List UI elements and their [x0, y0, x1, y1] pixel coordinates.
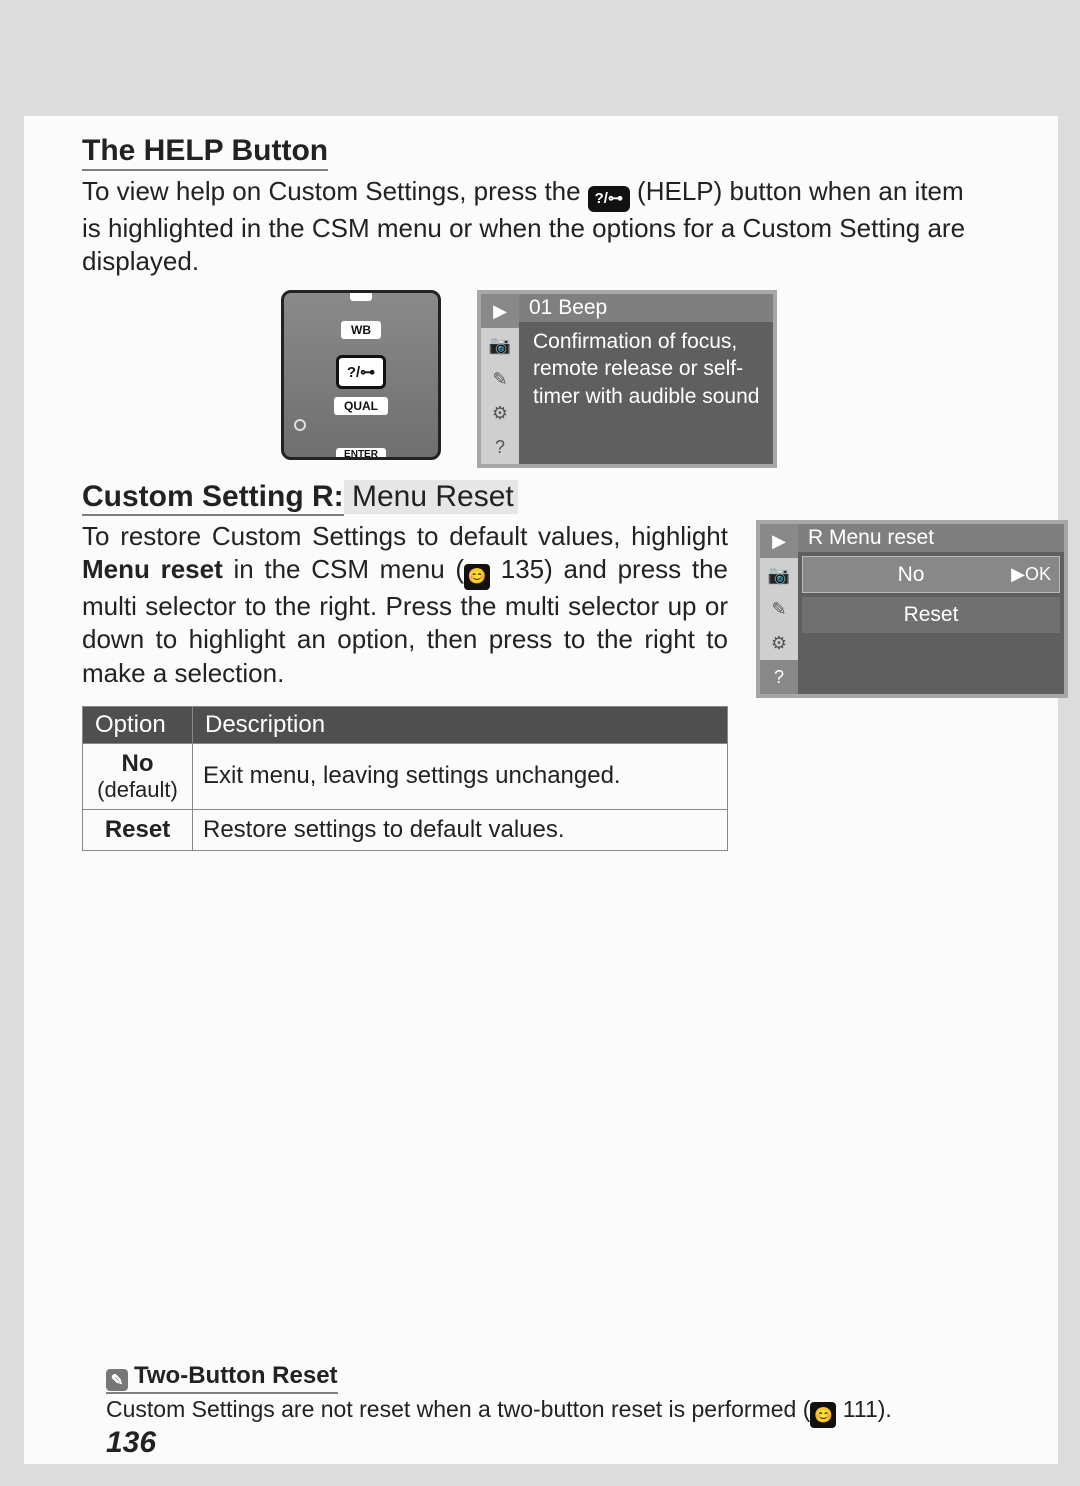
option-label: No [811, 561, 1011, 588]
bold-text: Menu reset [82, 554, 223, 584]
option-description: Exit menu, leaving settings unchanged. [193, 743, 728, 809]
title-rest: Menu Reset [344, 480, 518, 514]
ok-indicator: ▶OK [1011, 563, 1051, 586]
options-table: Option Description No (default) Exit men… [82, 706, 728, 851]
footnote: ✎ Two-Button Reset Custom Settings are no… [106, 1362, 976, 1428]
question-icon: ? [760, 660, 798, 694]
text: ). [878, 1396, 892, 1422]
text: in the CSM menu ( [233, 554, 464, 584]
page-number: 136 [106, 1426, 156, 1460]
lcd-title: R Menu reset [798, 524, 1064, 552]
section-title-help-button: The HELP Button [82, 134, 328, 171]
enter-label: ENTER [336, 448, 386, 460]
help-button-illustration: ?/⊶ [336, 355, 386, 389]
th-description: Description [193, 706, 728, 743]
section-body-menu-reset: To restore Custom Settings to default va… [82, 520, 728, 690]
help-glyph-icon: ?/⊶ [588, 186, 630, 212]
camera-back-illustration: WB ?/⊶ QUAL ENTER [281, 290, 441, 460]
lcd-icon-column: ▶ 📷 ✎ ⚙ ? [481, 294, 519, 464]
option-primary: No [93, 750, 182, 778]
section-title-custom-setting-r: Custom Setting R: Menu Reset [82, 480, 976, 514]
wb-label: WB [341, 321, 381, 339]
option-secondary: (default) [93, 777, 182, 802]
menu-option-reset: Reset [802, 597, 1060, 632]
qual-label: QUAL [334, 397, 388, 415]
led-indicator [294, 419, 306, 431]
lcd-beep-screen: ▶ 📷 ✎ ⚙ ? 01 Beep Confirmation of focus,… [477, 290, 777, 468]
text: To view help on Custom Settings, press t… [82, 176, 588, 206]
lcd-icon-column: ▶ 📷 ✎ ⚙ ? [760, 524, 798, 694]
camera-icon: 📷 [760, 558, 798, 592]
question-icon: ? [481, 430, 519, 464]
camera-icon: 📷 [481, 328, 519, 362]
page-ref-number: 135 [501, 554, 544, 584]
table-row: Reset Restore settings to default values… [83, 809, 728, 850]
th-option: Option [83, 706, 193, 743]
play-icon: ▶ [760, 524, 798, 558]
text: Custom Settings are not reset when a two… [106, 1396, 810, 1422]
page-ref-icon: 😊 [464, 564, 490, 590]
title-lead: Custom Setting R: [82, 480, 344, 516]
wrench-icon: ⚙ [481, 396, 519, 430]
option-primary: Reset [93, 816, 182, 844]
pencil-icon: ✎ [481, 362, 519, 396]
pencil-icon: ✎ [760, 592, 798, 626]
camera-top-tab [350, 290, 372, 301]
illustration-row: WB ?/⊶ QUAL ENTER ▶ 📷 ✎ ⚙ ? 01 Beep Conf… [82, 290, 976, 468]
wrench-icon: ⚙ [760, 626, 798, 660]
footnote-body: Custom Settings are not reset when a two… [106, 1396, 976, 1428]
lcd-menu-reset-screen: ▶ 📷 ✎ ⚙ ? R Menu reset No ▶OK Reset [756, 520, 1068, 698]
table-row: No (default) Exit menu, leaving settings… [83, 743, 728, 809]
pencil-icon: ✎ [106, 1369, 128, 1391]
option-description: Restore settings to default values. [193, 809, 728, 850]
footnote-title-text: Two-Button Reset [134, 1362, 338, 1389]
section-body-help: To view help on Custom Settings, press t… [82, 175, 976, 278]
option-label: Reset [904, 601, 959, 628]
page-ref-number: 111 [843, 1396, 878, 1422]
lcd-content: Confirmation of focus, remote release or… [519, 322, 773, 418]
page-ref-icon: 😊 [810, 1402, 836, 1428]
footnote-title: ✎ Two-Button Reset [106, 1362, 338, 1394]
play-icon: ▶ [481, 294, 519, 328]
menu-option-no: No ▶OK [802, 556, 1060, 593]
lcd-title: 01 Beep [519, 294, 773, 322]
page: The HELP Button To view help on Custom S… [24, 116, 1058, 1464]
text: To restore Custom Settings to default va… [82, 521, 728, 551]
